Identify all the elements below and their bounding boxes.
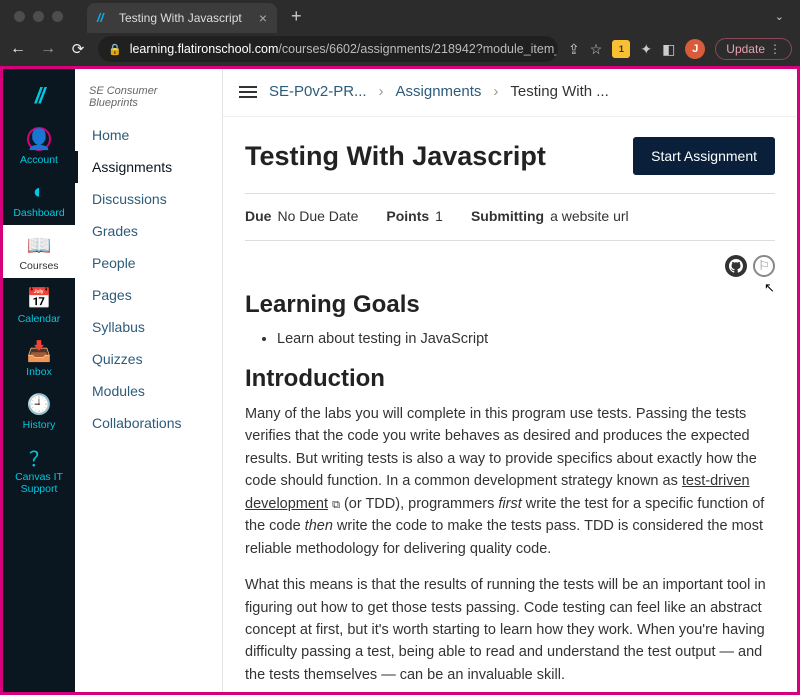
course-nav-assignments[interactable]: Assignments [75, 151, 222, 183]
back-button[interactable]: ← [8, 40, 28, 58]
course-sidebar: SE Consumer Blueprints Home Assignments … [75, 69, 223, 692]
address-bar[interactable]: 🔒 learning.flatironschool.com/courses/66… [98, 36, 558, 62]
due-label: Due [245, 208, 271, 224]
tabs-overflow-icon[interactable]: ⌄ [775, 10, 784, 23]
intro-paragraph-1: Many of the labs you will complete in th… [245, 403, 775, 560]
nav-dashboard[interactable]: ◐ Dashboard [3, 172, 75, 225]
help-icon: ？ [29, 445, 49, 469]
nav-support[interactable]: ？ Canvas IT Support [3, 437, 75, 501]
courses-icon: 📖 [27, 233, 52, 257]
course-nav-pages[interactable]: Pages [75, 279, 222, 311]
nav-courses[interactable]: 📖 Courses [3, 225, 75, 278]
url-host: learning.flatironschool.com [130, 42, 279, 56]
flatiron-logo[interactable]: // [19, 79, 59, 113]
course-nav-title: SE Consumer Blueprints [75, 85, 222, 119]
url-path: /courses/6602/assignments/218942?module_… [278, 42, 558, 56]
submitting-value: a website url [550, 208, 629, 224]
reload-button[interactable]: ⟳ [68, 40, 88, 58]
due-value: No Due Date [277, 208, 358, 224]
nav-account[interactable]: 👤 Account [3, 119, 75, 172]
extension-badge[interactable]: 1 [612, 40, 630, 58]
crumb-assignments[interactable]: Assignments [396, 83, 482, 100]
assignment-meta: Due No Due Date Points 1 Submitting a websi… [245, 194, 775, 241]
chevron-right-icon: › [379, 83, 384, 100]
account-icon: 👤 [27, 127, 51, 151]
tab-close-icon[interactable]: × [259, 10, 267, 26]
course-nav-discussions[interactable]: Discussions [75, 183, 222, 215]
nav-inbox[interactable]: 📥 Inbox [3, 331, 75, 384]
update-button[interactable]: Update ⋮ [715, 38, 792, 60]
inbox-icon: 📥 [27, 339, 52, 363]
history-icon: 🕘 [27, 392, 52, 416]
crumb-current: Testing With ... [510, 83, 608, 100]
nav-calendar[interactable]: 📅 Calendar [3, 278, 75, 331]
main-content: SE-P0v2-PR... › Assignments › Testing Wi… [223, 69, 797, 692]
profile-avatar[interactable]: J [685, 39, 705, 59]
course-nav-modules[interactable]: Modules [75, 375, 222, 407]
browser-tab[interactable]: // Testing With Javascript × [87, 3, 277, 33]
breadcrumb: SE-P0v2-PR... › Assignments › Testing Wi… [223, 69, 797, 117]
dashboard-icon: ◐ [33, 180, 45, 204]
forward-button: → [38, 40, 58, 58]
course-nav-collaborations[interactable]: Collaborations [75, 407, 222, 439]
course-nav-people[interactable]: People [75, 247, 222, 279]
lock-icon: 🔒 [108, 43, 122, 56]
heading-introduction: Introduction [245, 365, 775, 393]
global-sidebar: // 👤 Account ◐ Dashboard 📖 Courses 📅 Cal… [3, 69, 75, 692]
bookmark-icon[interactable]: ☆ [590, 41, 603, 58]
flag-icon[interactable]: ⚐ [753, 255, 775, 277]
new-tab-button[interactable]: + [291, 6, 302, 27]
external-link-icon: ⧉ [332, 499, 340, 511]
extensions-icon[interactable]: ✦ [640, 41, 652, 58]
course-nav-quizzes[interactable]: Quizzes [75, 343, 222, 375]
panel-icon[interactable]: ◧ [662, 41, 675, 58]
start-assignment-button[interactable]: Start Assignment [633, 137, 775, 175]
page-title: Testing With Javascript [245, 141, 546, 172]
submitting-label: Submitting [471, 208, 544, 224]
heading-learning-goals: Learning Goals [245, 291, 775, 319]
course-nav-home[interactable]: Home [75, 119, 222, 151]
nav-history[interactable]: 🕘 History [3, 384, 75, 437]
install-icon[interactable]: ⇪ [568, 41, 580, 58]
hamburger-icon[interactable] [239, 86, 257, 98]
goal-item: Learn about testing in JavaScript [277, 329, 775, 351]
course-nav-syllabus[interactable]: Syllabus [75, 311, 222, 343]
tab-favicon: // [97, 11, 111, 25]
crumb-course[interactable]: SE-P0v2-PR... [269, 83, 367, 100]
points-label: Points [386, 208, 429, 224]
calendar-icon: 📅 [27, 286, 52, 310]
github-icon[interactable] [725, 255, 747, 277]
intro-paragraph-2: What this means is that the results of r… [245, 574, 775, 686]
points-value: 1 [435, 208, 443, 224]
tab-title: Testing With Javascript [119, 11, 242, 25]
window-controls[interactable] [8, 11, 69, 22]
course-nav-grades[interactable]: Grades [75, 215, 222, 247]
chevron-right-icon: › [493, 83, 498, 100]
